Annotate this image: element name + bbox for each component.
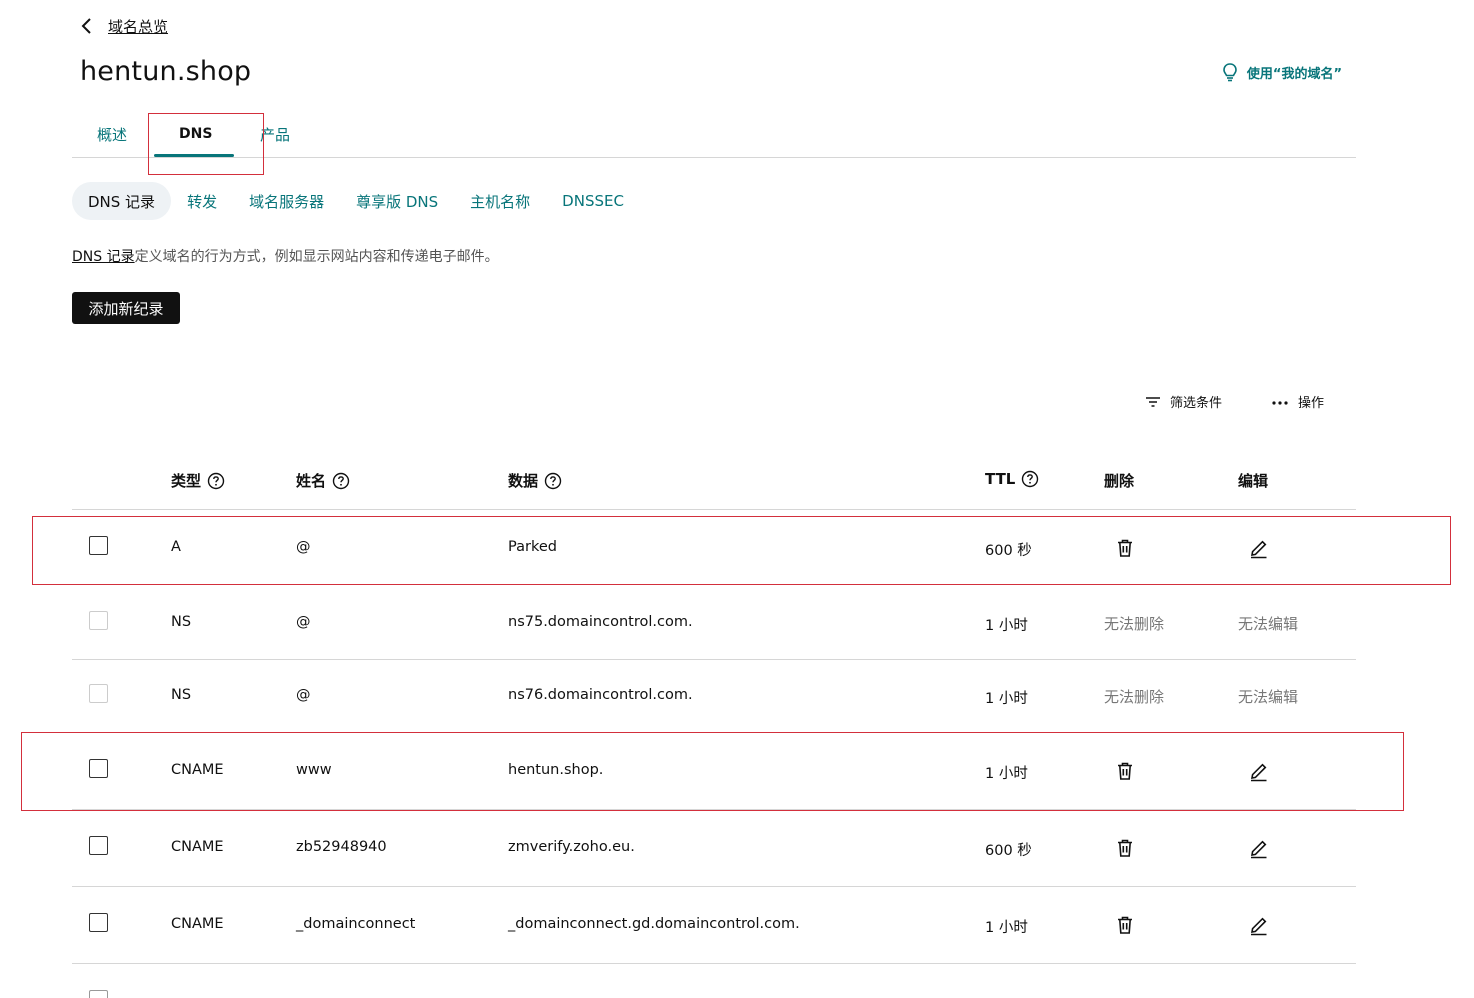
column-ttl-label: TTL [985,470,1016,488]
record-ttl: 1 小时 [985,618,1028,634]
filter-icon [1146,396,1160,407]
tab-dns[interactable]: DNS [179,126,212,142]
trash-icon[interactable] [1114,760,1136,782]
description-text: 定义域名的行为方式，例如显示网站内容和传递电子邮件。 [134,249,499,265]
record-ttl: 600 秒 [985,543,1032,559]
back-link-label: 域名总览 [108,17,169,36]
row-checkbox[interactable] [89,536,108,555]
row-checkbox[interactable] [89,913,108,932]
column-data-label: 数据 [508,472,539,490]
pencil-icon[interactable] [1248,914,1270,936]
record-type: NS [171,687,192,703]
filter-button[interactable]: 筛选条件 [1144,392,1222,411]
dns-records-link[interactable]: DNS 记录 [72,249,135,265]
record-data: ns75.domaincontrol.com. [508,614,693,630]
record-name: @ [296,539,311,555]
cannot-delete-text: 无法删除 [1104,688,1165,706]
column-delete: 删除 [1104,470,1134,491]
record-type: A [171,539,181,555]
help-link-label: 使用“我的域名” [1246,66,1342,82]
cannot-edit-text: 无法编辑 [1238,615,1299,633]
table-row-partial [72,964,1356,998]
actions-label: 操作 [1298,396,1325,411]
help-link[interactable]: 使用“我的域名” [1221,62,1342,82]
record-data: _domainconnect.gd.domaincontrol.com. [508,916,800,932]
record-name: www [296,762,332,778]
table-row: NS @ ns75.domaincontrol.com. 1 小时 无法删除 无… [72,585,1356,660]
pencil-icon[interactable] [1248,537,1270,559]
record-type: NS [171,614,192,630]
help-circle-icon[interactable] [207,472,225,490]
row-checkbox[interactable] [89,759,108,778]
trash-icon[interactable] [1114,537,1136,559]
row-checkbox-disabled [89,611,108,630]
column-name-label: 姓名 [296,472,327,490]
row-checkbox[interactable] [89,836,108,855]
filter-label: 筛选条件 [1170,396,1223,411]
help-circle-icon[interactable] [544,472,562,490]
column-data: 数据 [508,470,562,491]
help-circle-icon[interactable] [332,472,350,490]
table-row: A @ Parked 600 秒 [72,510,1356,585]
help-circle-icon[interactable] [1021,470,1039,488]
record-type: CNAME [171,762,224,778]
column-name: 姓名 [296,470,350,491]
row-checkbox[interactable] [89,990,108,998]
record-ttl: 1 小时 [985,691,1028,707]
main-tabs: 概述 DNS 产品 [72,112,1356,158]
table-row: NS @ ns76.domaincontrol.com. 1 小时 无法删除 无… [72,660,1356,733]
record-data: ns76.domaincontrol.com. [508,687,693,703]
page-title: hentun.shop [80,56,252,87]
add-new-record-button[interactable]: 添加新纪录 [72,292,180,324]
record-name: @ [296,687,311,703]
table-row: CNAME _domainconnect _domainconnect.gd.d… [72,887,1356,964]
actions-menu-button[interactable]: 操作 [1270,392,1324,411]
tab-overview[interactable]: 概述 [97,124,127,145]
subnav-premium-dns[interactable]: 尊享版 DNS [340,182,454,220]
column-edit-label: 编辑 [1238,472,1269,490]
table-row: CNAME www hentun.shop. 1 小时 [72,733,1356,810]
record-data: zmverify.zoho.eu. [508,839,635,855]
subnav-nameservers[interactable]: 域名服务器 [233,182,340,220]
subnav-dnssec[interactable]: DNSSEC [546,182,640,220]
subnav-dns-records[interactable]: DNS 记录 [72,182,172,220]
back-to-domain-overview-link[interactable]: 域名总览 [78,14,168,38]
row-checkbox-disabled [89,684,108,703]
record-type: CNAME [171,839,224,855]
record-data: Parked [508,539,557,555]
record-data: hentun.shop. [508,762,604,778]
pencil-icon[interactable] [1248,760,1270,782]
column-edit: 编辑 [1238,470,1268,491]
dns-description: DNS 记录定义域名的行为方式，例如显示网站内容和传递电子邮件。 [72,246,499,266]
lightbulb-icon [1223,63,1237,82]
chevron-left-icon [81,18,91,34]
column-type-label: 类型 [171,472,202,490]
cannot-delete-text: 无法删除 [1104,615,1165,633]
column-type: 类型 [171,470,225,491]
trash-icon[interactable] [1114,914,1136,936]
cannot-edit-text: 无法编辑 [1238,688,1299,706]
column-ttl: TTL [985,470,1039,488]
record-ttl: 1 小时 [985,766,1028,782]
more-horizontal-icon [1272,400,1288,405]
record-ttl: 600 秒 [985,843,1032,859]
active-tab-indicator [154,154,234,157]
column-delete-label: 删除 [1104,472,1135,490]
dns-table-header: 类型 姓名 数据 TTL 删除 编辑 [72,460,1356,510]
record-type: CNAME [171,916,224,932]
tab-products[interactable]: 产品 [260,124,290,145]
record-name: @ [296,614,311,630]
pencil-icon[interactable] [1248,837,1270,859]
trash-icon[interactable] [1114,837,1136,859]
subnav-forwarding[interactable]: 转发 [171,182,233,220]
table-row: CNAME zb52948940 zmverify.zoho.eu. 600 秒 [72,810,1356,887]
record-name: _domainconnect [296,916,416,932]
record-ttl: 1 小时 [985,920,1028,936]
subnav-hostnames[interactable]: 主机名称 [454,182,546,220]
dns-subnav: DNS 记录 转发 域名服务器 尊享版 DNS 主机名称 DNSSEC [72,182,640,220]
record-name: zb52948940 [296,839,387,855]
